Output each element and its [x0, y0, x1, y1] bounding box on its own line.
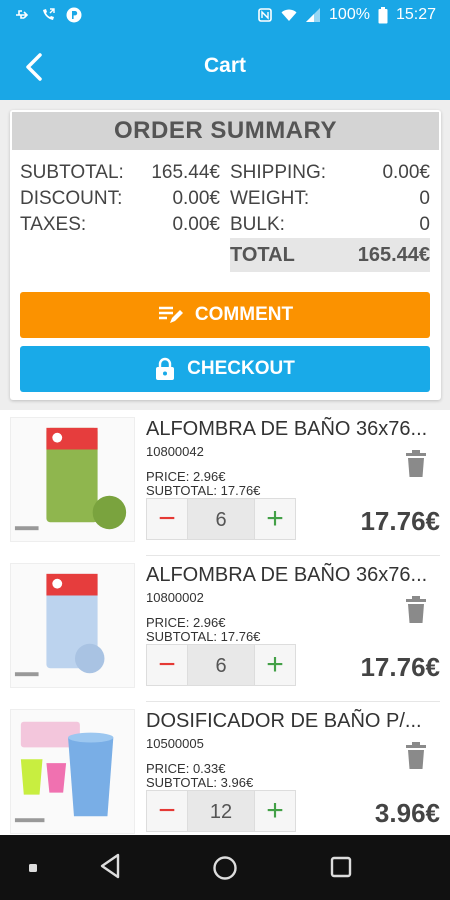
quantity-stepper: − 6 +: [146, 644, 296, 686]
weight-value: 0: [419, 188, 430, 209]
system-navigation-bar: [0, 835, 450, 900]
product-title[interactable]: ALFOMBRA DE BAÑO 36x76...: [146, 418, 427, 441]
clock: 15:27: [395, 6, 436, 23]
product-code: 10500005: [146, 736, 204, 751]
line-subtotal: SUBTOTAL: 17.76€: [146, 629, 261, 644]
checkout-button-label: CHECKOUT: [187, 358, 295, 379]
increase-quantity-button[interactable]: +: [254, 644, 296, 686]
quantity-value[interactable]: 6: [188, 498, 254, 540]
taxes-row: TAXES: 0.00€: [20, 214, 220, 238]
product-code: 10800042: [146, 444, 204, 459]
discount-row: DISCOUNT: 0.00€: [20, 188, 220, 212]
battery-percent: 100%: [329, 6, 370, 23]
trash-icon[interactable]: [404, 596, 428, 624]
cart-item-list: ALFOMBRA DE BAÑO 36x76... 10800042 PRICE…: [0, 410, 450, 835]
usb-icon: [16, 10, 29, 19]
nfc-icon: [258, 8, 272, 22]
product-code: 10800002: [146, 590, 204, 605]
subtotal-value: 165.44€: [151, 162, 220, 183]
product-price-block: PRICE: 0.33€ SUBTOTAL: 3.96€: [146, 762, 253, 790]
bulk-label: BULK:: [230, 214, 285, 235]
home-circle-icon[interactable]: [212, 855, 238, 881]
order-summary-card: ORDER SUMMARY SUBTOTAL: 165.44€ DISCOUNT…: [10, 110, 441, 400]
wifi-icon: [281, 9, 297, 21]
product-image: [10, 709, 135, 834]
subtotal-row: SUBTOTAL: 165.44€: [20, 162, 220, 186]
page-title: Cart: [203, 54, 246, 77]
product-price-block: PRICE: 2.96€ SUBTOTAL: 17.76€: [146, 616, 260, 644]
product-image: [10, 417, 135, 542]
shipping-value: 0.00€: [382, 162, 430, 183]
comment-button-label: COMMENT: [194, 304, 294, 325]
comment-edit-icon: [158, 306, 183, 323]
call-forward-icon: [43, 8, 55, 20]
overview-square-icon[interactable]: [330, 856, 352, 878]
decrease-quantity-button[interactable]: −: [146, 790, 188, 832]
discount-value: 0.00€: [172, 188, 220, 209]
line-subtotal: SUBTOTAL: 17.76€: [146, 483, 261, 498]
total-row: TOTAL 165.44€: [230, 238, 430, 272]
quantity-stepper: − 6 +: [146, 498, 296, 540]
increase-quantity-button[interactable]: +: [254, 790, 296, 832]
status-bar: 100% 15:27: [0, 0, 450, 32]
unit-price: PRICE: 2.96€: [146, 469, 226, 484]
discount-label: DISCOUNT:: [20, 188, 123, 209]
line-subtotal: SUBTOTAL: 3.96€: [146, 775, 254, 790]
trash-icon[interactable]: [404, 742, 428, 770]
increase-quantity-button[interactable]: +: [254, 498, 296, 540]
total-label: TOTAL: [230, 244, 295, 266]
subtotal-label: SUBTOTAL:: [20, 162, 124, 183]
unit-price: PRICE: 2.96€: [146, 615, 226, 630]
weight-row: WEIGHT: 0: [230, 188, 430, 212]
decrease-quantity-button[interactable]: −: [146, 498, 188, 540]
trash-icon[interactable]: [404, 450, 428, 478]
quantity-value[interactable]: 6: [188, 644, 254, 686]
total-value: 165.44€: [357, 244, 430, 266]
bulk-row: BULK: 0: [230, 214, 430, 238]
recents-dot-icon[interactable]: [28, 863, 38, 873]
bulk-value: 0: [419, 214, 430, 235]
decrease-quantity-button[interactable]: −: [146, 644, 188, 686]
quantity-stepper: − 12 +: [146, 790, 296, 832]
order-summary-heading: ORDER SUMMARY: [12, 112, 439, 150]
unit-price: PRICE: 0.33€: [146, 761, 226, 776]
cart-item: ALFOMBRA DE BAÑO 36x76... 10800002 PRICE…: [0, 556, 450, 702]
item-subtotal: 17.76€: [360, 506, 440, 536]
taxes-label: TAXES:: [20, 214, 87, 235]
lock-icon: [156, 357, 175, 380]
status-notifications: [14, 7, 82, 23]
item-subtotal: 3.96€: [374, 798, 440, 828]
battery-icon: [378, 6, 388, 23]
product-title[interactable]: DOSIFICADOR DE BAÑO P/...: [146, 710, 422, 733]
cart-item: ALFOMBRA DE BAÑO 36x76... 10800042 PRICE…: [0, 410, 450, 556]
shipping-label: SHIPPING:: [230, 162, 327, 183]
shipping-row: SHIPPING: 0.00€: [230, 162, 430, 186]
app-bar: Cart: [0, 32, 450, 100]
parking-app-icon: [66, 7, 82, 23]
product-title[interactable]: ALFOMBRA DE BAÑO 36x76...: [146, 564, 427, 587]
checkout-button[interactable]: CHECKOUT: [20, 346, 430, 392]
comment-button[interactable]: COMMENT: [20, 292, 430, 338]
cart-item: DOSIFICADOR DE BAÑO P/... 10500005 PRICE…: [0, 702, 450, 835]
status-indicators: 100% 15:27: [257, 6, 436, 24]
product-image: [10, 563, 135, 688]
weight-label: WEIGHT:: [230, 188, 310, 209]
taxes-value: 0.00€: [172, 214, 220, 235]
quantity-value[interactable]: 12: [188, 790, 254, 832]
product-price-block: PRICE: 2.96€ SUBTOTAL: 17.76€: [146, 470, 260, 498]
item-subtotal: 17.76€: [360, 652, 440, 682]
back-triangle-icon[interactable]: [99, 853, 121, 879]
signal-icon: [306, 8, 321, 22]
